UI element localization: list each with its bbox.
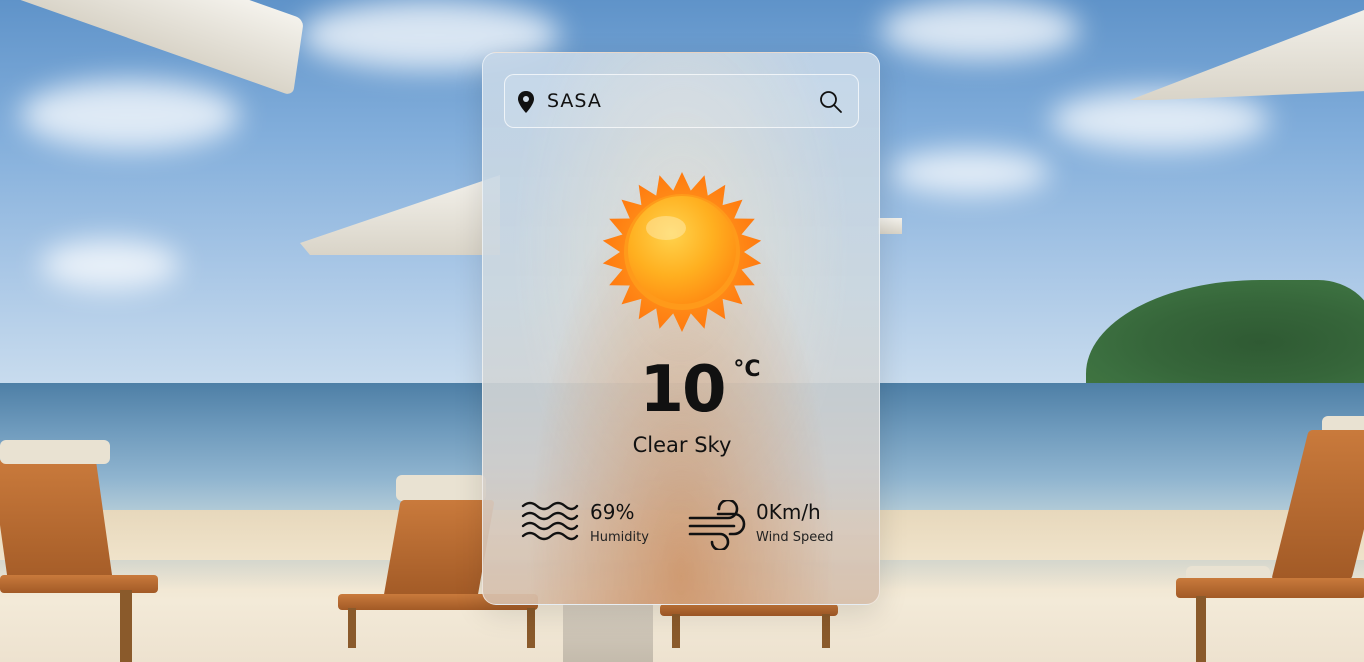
- sun-icon: [602, 172, 762, 332]
- temperature-unit: °C: [733, 357, 761, 382]
- umbrella-base: [563, 600, 653, 662]
- chair-leg: [348, 608, 356, 648]
- cloud: [20, 80, 240, 150]
- waves-icon: [521, 501, 579, 541]
- chair-cushion: [396, 475, 486, 501]
- beach-chair: [0, 460, 115, 590]
- city-search-input[interactable]: [547, 85, 807, 117]
- beach-chair: [1176, 578, 1364, 598]
- temperature-display: 10 °C: [483, 353, 881, 427]
- wind-stat: 0Km/h Wind Speed: [688, 500, 858, 550]
- cloud: [40, 240, 180, 290]
- weather-card: 10°C Clear Sky 69% Humidity 0Km/h Wind S…: [482, 52, 880, 605]
- chair-leg: [1196, 596, 1206, 662]
- chair-leg: [120, 590, 132, 662]
- umbrella: [878, 218, 902, 234]
- chair-leg: [672, 614, 680, 648]
- cloud: [890, 150, 1050, 195]
- temperature-value: 10 °C: [639, 353, 761, 427]
- search-icon[interactable]: [818, 89, 844, 115]
- wind-icon: [688, 500, 746, 550]
- map-pin-icon: [518, 91, 534, 113]
- cloud: [880, 0, 1080, 60]
- chair-leg: [527, 608, 535, 648]
- beach-chair: [0, 575, 158, 593]
- chair-cushion: [0, 440, 110, 464]
- beach-chair: [660, 604, 838, 616]
- humidity-stat: 69% Humidity: [521, 500, 671, 550]
- weather-description: Clear Sky: [632, 433, 732, 457]
- humidity-label: Humidity: [590, 530, 649, 545]
- chair-leg: [822, 614, 830, 648]
- search-bar: [504, 74, 859, 128]
- wind-value: 0Km/h: [756, 500, 821, 524]
- wind-label: Wind Speed: [756, 530, 834, 545]
- beach-chair: [383, 500, 495, 598]
- humidity-value: 69%: [590, 500, 635, 524]
